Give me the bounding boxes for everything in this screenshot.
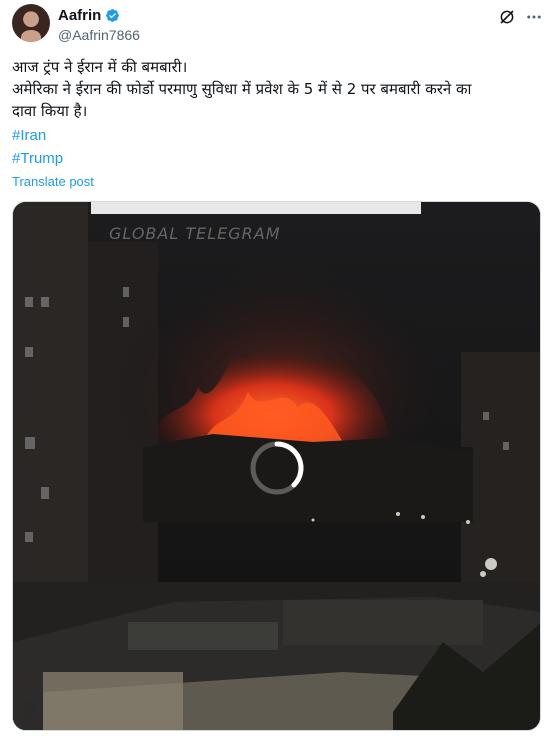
post-text: आज ट्रंप ने ईरान में की बमबारी। अमेरिका … — [12, 56, 537, 122]
avatar[interactable] — [12, 4, 50, 42]
author-handle[interactable]: @Aafrin7866 — [58, 27, 140, 43]
verified-badge-icon — [106, 8, 120, 22]
post-text-line: दावा किया है। — [12, 102, 88, 120]
video-player[interactable]: GLOBAL TELEGRAM — [12, 201, 541, 731]
post-text-line: आज ट्रंप ने ईरान में की बमबारी। — [12, 58, 188, 76]
grok-icon[interactable] — [498, 8, 516, 26]
post-text-line: अमेरिका ने ईरान की फोर्डो परमाणु सुविधा … — [12, 80, 472, 98]
hashtag-trump[interactable]: #Trump — [12, 150, 63, 167]
video-watermark: GLOBAL TELEGRAM — [109, 224, 281, 243]
author-row: Aafrin — [58, 5, 120, 25]
translate-post-link[interactable]: Translate post — [12, 174, 94, 189]
hashtag-iran[interactable]: #Iran — [12, 127, 46, 144]
author-name[interactable]: Aafrin — [58, 7, 101, 24]
video-control-icon[interactable] — [25, 700, 37, 718]
more-options-icon[interactable] — [524, 8, 544, 26]
loading-spinner-icon — [250, 441, 304, 495]
